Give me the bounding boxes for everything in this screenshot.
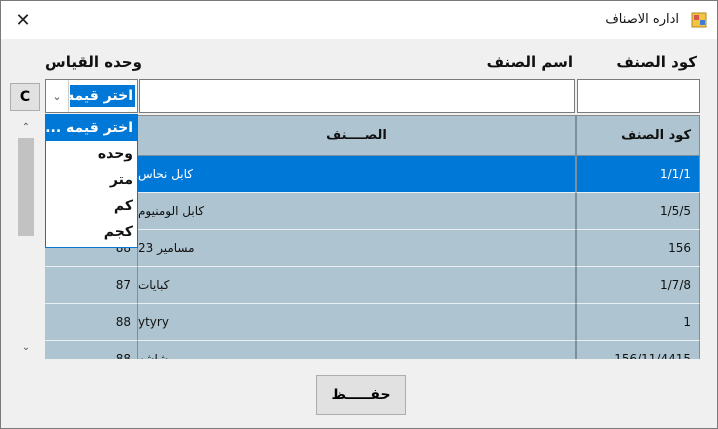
cell-code[interactable]: 1/5/5 [576,193,700,230]
cell-unit[interactable]: 87 [45,267,138,304]
close-icon[interactable]: ✕ [9,8,37,32]
unit-option[interactable]: كم [46,193,137,219]
clear-button[interactable]: C [10,83,40,111]
unit-combobox[interactable]: ⌄ اختر قيمه ... [45,79,138,113]
cell-code[interactable]: 156 [576,230,700,267]
table-row[interactable]: 156/11/4415 شاشه 88 [45,341,700,359]
unit-option[interactable]: متر [46,167,137,193]
unit-option[interactable]: اختر قيمه ... [46,115,137,141]
cell-code[interactable]: 1/7/8 [576,267,700,304]
column-header-code[interactable]: كود الصنف [576,116,700,156]
save-button[interactable]: حفـــــظ [316,375,406,415]
vertical-scrollbar[interactable]: ⌃ ⌄ [15,116,37,358]
table-row[interactable]: 1/5/5 كابل الومنيوم [45,193,700,230]
cell-unit[interactable]: 88 [45,304,138,341]
table-row[interactable]: 1 ytyry 88 [45,304,700,341]
scroll-thumb[interactable] [18,138,34,236]
table-row[interactable]: 1/7/8 كبايات 87 [45,267,700,304]
cell-unit[interactable]: 88 [45,341,138,359]
cell-name[interactable]: كبايات [138,267,576,304]
cell-name[interactable]: ytyry [138,304,576,341]
cell-code[interactable]: 1/1/1 [576,156,700,193]
name-input[interactable] [139,79,575,113]
app-icon [691,12,707,28]
scroll-down-icon[interactable]: ⌄ [15,338,37,356]
cell-name[interactable]: كابل الومنيوم [138,193,576,230]
scroll-up-icon[interactable]: ⌃ [15,118,37,136]
cell-code[interactable]: 156/11/4415 [576,341,700,359]
unit-combo-value: اختر قيمه ... [70,85,135,107]
chevron-down-icon[interactable]: ⌄ [46,80,69,112]
unit-header: وحده القياس [45,53,142,71]
table-row[interactable]: 156 مسامير 23 88 [45,230,700,267]
items-grid[interactable]: كود الصنف الصــــنف 1/1/1 كابل نحاس 1/5/… [45,115,700,359]
unit-option[interactable]: كجم [46,219,137,245]
unit-dropdown-list[interactable]: اختر قيمه ... وحده متر كم كجم [45,114,138,248]
title-bar: ✕ اداره الاصناف [1,1,717,39]
window-title: اداره الاصناف [605,12,679,27]
column-header-name[interactable]: الصــــنف [138,116,576,156]
app-window: ✕ اداره الاصناف كود الصنف اسم الصنف وحده… [0,0,718,429]
unit-option[interactable]: وحده [46,141,137,167]
cell-code[interactable]: 1 [576,304,700,341]
code-input[interactable] [577,79,700,113]
cell-name[interactable]: مسامير 23 [138,230,576,267]
table-row[interactable]: 1/1/1 كابل نحاس [45,156,700,193]
cell-name[interactable]: شاشه [138,341,576,359]
grid-header-row: كود الصنف الصــــنف [45,116,700,156]
code-header: كود الصنف [616,53,697,71]
name-header: اسم الصنف [486,53,573,71]
cell-name[interactable]: كابل نحاس [138,156,576,193]
